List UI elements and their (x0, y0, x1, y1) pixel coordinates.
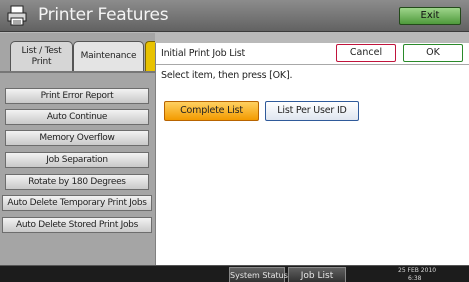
menu-item-auto-delete-stored-jobs[interactable]: Auto Delete Stored Print Jobs (2, 217, 152, 233)
printer-icon (7, 5, 27, 26)
ok-button[interactable]: OK (403, 44, 463, 62)
tab-label: Maintenance (80, 51, 137, 61)
tab-active-partial[interactable] (145, 41, 155, 71)
printer-features-screen: Printer Features Exit List / Test Print … (0, 0, 469, 282)
menu-item-job-separation[interactable]: Job Separation (5, 152, 149, 168)
option-list-per-user-id[interactable]: List Per User ID (265, 101, 359, 121)
exit-button[interactable]: Exit (399, 7, 461, 25)
page-title: Printer Features (38, 5, 169, 25)
tab-divider (0, 71, 155, 73)
system-status-button[interactable]: System Status (229, 267, 288, 282)
menu-item-print-error-report[interactable]: Print Error Report (5, 88, 149, 104)
initial-print-job-list-dialog: Initial Print Job List Cancel OK Select … (155, 43, 469, 265)
menu-item-memory-overflow[interactable]: Memory Overflow (5, 130, 149, 146)
status-bar: System Status Job List 25 FEB 2010 6:38 (0, 265, 469, 282)
dialog-header: Initial Print Job List Cancel OK (156, 43, 469, 65)
tab-label: List / Test Print (21, 45, 62, 67)
job-list-button[interactable]: Job List (288, 267, 346, 282)
menu-item-rotate-180[interactable]: Rotate by 180 Degrees (5, 174, 149, 190)
menu-item-auto-continue[interactable]: Auto Continue (5, 109, 149, 125)
tab-maintenance[interactable]: Maintenance (73, 41, 144, 71)
title-bar: Printer Features Exit (0, 0, 469, 32)
cancel-button[interactable]: Cancel (336, 44, 396, 62)
menu-item-auto-delete-temporary-jobs[interactable]: Auto Delete Temporary Print Jobs (2, 195, 152, 211)
status-date: 25 FEB 2010 (398, 267, 437, 274)
dialog-title: Initial Print Job List (161, 48, 246, 59)
settings-menu-panel: List / Test Print Maintenance Print Erro… (0, 33, 155, 265)
option-complete-list[interactable]: Complete List (164, 101, 259, 121)
instruction-text: Select item, then press [OK]. (161, 70, 293, 81)
status-time: 6:38 (408, 275, 422, 282)
tab-list-test-print[interactable]: List / Test Print (10, 41, 73, 71)
